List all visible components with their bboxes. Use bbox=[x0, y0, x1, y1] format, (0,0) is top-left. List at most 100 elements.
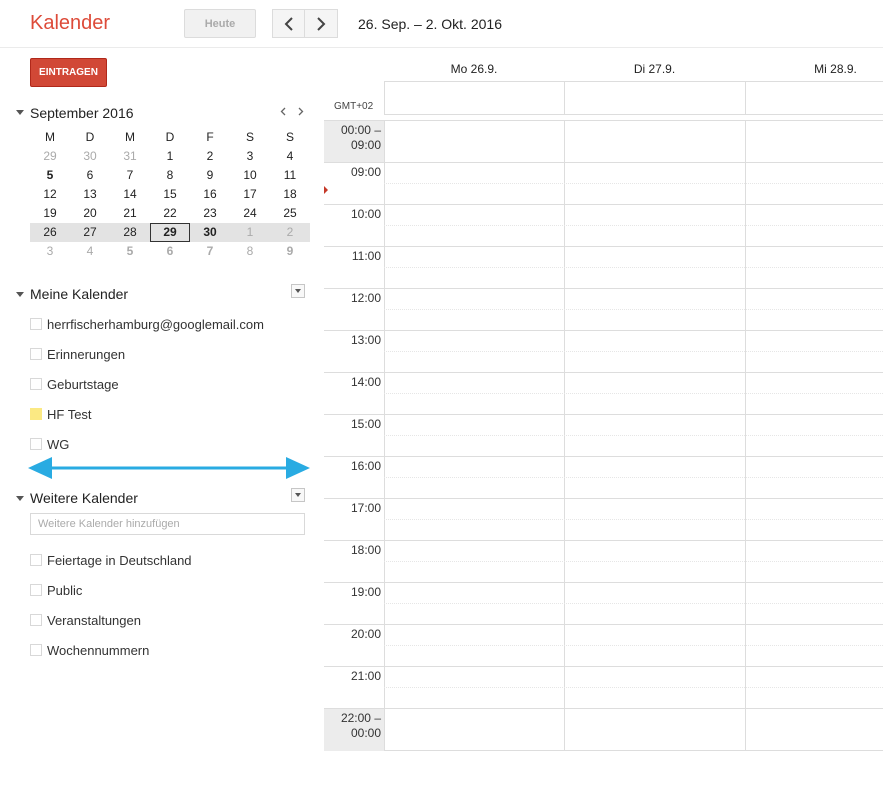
my-calendars-menu-button[interactable] bbox=[291, 284, 305, 298]
mini-day[interactable]: 4 bbox=[70, 242, 110, 261]
calendar-item[interactable]: WG bbox=[30, 436, 69, 452]
previous-week-button[interactable] bbox=[272, 9, 305, 38]
mini-day[interactable]: 18 bbox=[270, 185, 310, 204]
all-day-row[interactable] bbox=[384, 81, 883, 115]
calendar-item[interactable]: herrfischerhamburg@googlemail.com bbox=[30, 316, 264, 332]
hour-line bbox=[384, 120, 883, 121]
mini-week-row: 29 30 31 1 2 3 4 bbox=[30, 147, 310, 166]
mini-day[interactable]: 1 bbox=[230, 223, 270, 242]
day-header[interactable]: Mi 28.9. bbox=[745, 62, 883, 76]
calendar-color-chip[interactable] bbox=[30, 348, 42, 360]
mini-day[interactable]: 26 bbox=[30, 223, 70, 242]
mini-day[interactable]: 15 bbox=[150, 185, 190, 204]
mini-prev-month-button[interactable] bbox=[276, 104, 290, 118]
hour-line bbox=[384, 498, 883, 499]
mini-day[interactable]: 10 bbox=[230, 166, 270, 185]
mini-day[interactable]: 30 bbox=[190, 223, 230, 242]
calendar-color-chip[interactable] bbox=[30, 438, 42, 450]
time-label[interactable]: 22:00 – 00:00 bbox=[324, 708, 384, 751]
mini-day[interactable]: 2 bbox=[190, 147, 230, 166]
mini-day[interactable]: 12 bbox=[30, 185, 70, 204]
time-label: 14:00 bbox=[324, 372, 384, 414]
mini-next-month-button[interactable] bbox=[294, 104, 308, 118]
mini-day[interactable]: 14 bbox=[110, 185, 150, 204]
calendar-item[interactable]: Erinnerungen bbox=[30, 346, 125, 362]
time-grid[interactable] bbox=[384, 120, 883, 751]
day-header[interactable]: Di 27.9. bbox=[564, 62, 745, 76]
mini-day[interactable]: 6 bbox=[150, 242, 190, 261]
calendar-color-chip[interactable] bbox=[30, 318, 42, 330]
mini-day[interactable]: 7 bbox=[110, 166, 150, 185]
mini-weekday-row: M D M D F S S bbox=[30, 128, 310, 147]
calendar-color-chip[interactable] bbox=[30, 378, 42, 390]
calendar-color-chip[interactable] bbox=[30, 584, 42, 596]
collapse-icon[interactable] bbox=[16, 496, 24, 501]
day-header[interactable]: Mo 26.9. bbox=[384, 62, 564, 76]
double-arrow-icon bbox=[28, 457, 310, 479]
weekday-label: D bbox=[85, 130, 95, 144]
calendar-color-chip[interactable] bbox=[30, 614, 42, 626]
other-calendars-menu-button[interactable] bbox=[291, 488, 305, 502]
mini-day-today[interactable]: 29 bbox=[150, 223, 190, 242]
dropdown-icon bbox=[295, 493, 301, 497]
mini-day[interactable]: 13 bbox=[70, 185, 110, 204]
mini-day[interactable]: 3 bbox=[230, 147, 270, 166]
calendar-color-chip[interactable] bbox=[30, 644, 42, 656]
calendar-item[interactable]: HF Test bbox=[30, 406, 92, 422]
calendar-item-label: Wochennummern bbox=[47, 642, 150, 658]
mini-day[interactable]: 31 bbox=[110, 147, 150, 166]
next-week-button[interactable] bbox=[305, 9, 338, 38]
calendar-item[interactable]: Public bbox=[30, 582, 82, 598]
mini-day[interactable]: 9 bbox=[190, 166, 230, 185]
calendar-color-chip[interactable] bbox=[30, 408, 42, 420]
collapse-icon[interactable] bbox=[16, 292, 24, 297]
mini-day[interactable]: 3 bbox=[30, 242, 70, 261]
half-hour-line bbox=[384, 561, 883, 562]
mini-day[interactable]: 19 bbox=[30, 204, 70, 223]
create-event-button[interactable]: EINTRAGEN bbox=[30, 58, 107, 87]
mini-day[interactable]: 23 bbox=[190, 204, 230, 223]
mini-day[interactable]: 24 bbox=[230, 204, 270, 223]
mini-day[interactable]: 8 bbox=[150, 166, 190, 185]
mini-week-row: 19 20 21 22 23 24 25 bbox=[30, 204, 310, 223]
mini-day[interactable]: 5 bbox=[110, 242, 150, 261]
mini-day[interactable]: 11 bbox=[270, 166, 310, 185]
calendar-item[interactable]: Wochennummern bbox=[30, 642, 149, 658]
calendar-item[interactable]: Veranstaltungen bbox=[30, 612, 141, 628]
collapse-icon[interactable] bbox=[16, 110, 24, 115]
chevron-right-icon bbox=[317, 16, 326, 31]
mini-day[interactable]: 9 bbox=[270, 242, 310, 261]
mini-day[interactable]: 25 bbox=[270, 204, 310, 223]
my-calendars-title[interactable]: Meine Kalender bbox=[30, 286, 128, 302]
calendar-item[interactable]: Geburtstage bbox=[30, 376, 119, 392]
time-label[interactable]: 00:00 – 09:00 bbox=[324, 120, 384, 162]
mini-day[interactable]: 20 bbox=[70, 204, 110, 223]
calendar-item[interactable]: Feiertage in Deutschland bbox=[30, 552, 192, 568]
hour-line bbox=[384, 456, 883, 457]
mini-day[interactable]: 7 bbox=[190, 242, 230, 261]
mini-day[interactable]: 30 bbox=[70, 147, 110, 166]
mini-day[interactable]: 2 bbox=[270, 223, 310, 242]
weekday-label: M bbox=[125, 130, 135, 144]
mini-day[interactable]: 16 bbox=[190, 185, 230, 204]
hour-line bbox=[384, 204, 883, 205]
mini-day[interactable]: 5 bbox=[30, 166, 70, 185]
calendar-color-chip[interactable] bbox=[30, 554, 42, 566]
other-calendars-title[interactable]: Weitere Kalender bbox=[30, 490, 138, 506]
add-calendar-input[interactable] bbox=[30, 513, 305, 535]
today-button[interactable]: Heute bbox=[184, 9, 256, 38]
mini-day[interactable]: 29 bbox=[30, 147, 70, 166]
weekday-label: M bbox=[45, 130, 55, 144]
mini-day[interactable]: 8 bbox=[230, 242, 270, 261]
mini-day[interactable]: 21 bbox=[110, 204, 150, 223]
mini-day[interactable]: 22 bbox=[150, 204, 190, 223]
column-divider bbox=[745, 82, 746, 114]
time-label: 20:00 bbox=[324, 624, 384, 666]
mini-day[interactable]: 17 bbox=[230, 185, 270, 204]
mini-day[interactable]: 1 bbox=[150, 147, 190, 166]
mini-day[interactable]: 4 bbox=[270, 147, 310, 166]
mini-day[interactable]: 6 bbox=[70, 166, 110, 185]
mini-calendar-title[interactable]: September 2016 bbox=[30, 105, 134, 121]
mini-day[interactable]: 27 bbox=[70, 223, 110, 242]
mini-day[interactable]: 28 bbox=[110, 223, 150, 242]
